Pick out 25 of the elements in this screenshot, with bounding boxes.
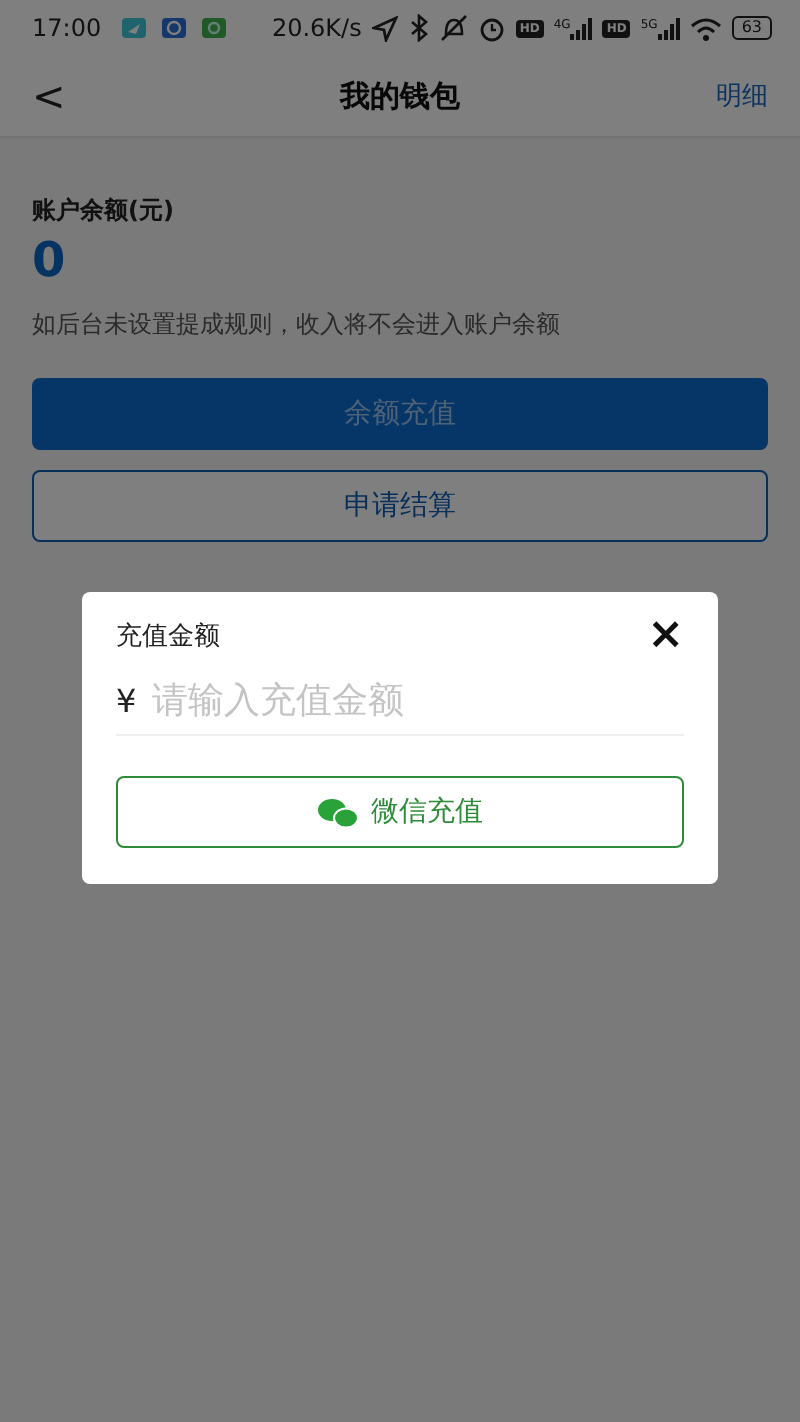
balance-note: 如后台未设置提成规则，收入将不会进入账户余额	[32, 308, 562, 342]
chat-bubbles-icon	[317, 797, 359, 827]
alarm-icon	[477, 14, 506, 42]
wifi-icon	[689, 15, 722, 41]
settlement-button[interactable]: 申请结算	[32, 470, 768, 542]
clock-time: 17:00	[32, 14, 102, 42]
location-app-icon	[161, 18, 186, 38]
muted-bell-icon	[439, 14, 468, 42]
close-button[interactable]: ×	[647, 616, 684, 656]
details-link[interactable]: 明细	[688, 78, 768, 114]
wechat-pay-button[interactable]: 微信充值	[116, 776, 684, 848]
bluetooth-icon	[407, 14, 430, 42]
network-speed: 20.6K/s	[271, 14, 362, 42]
page-title: 我的钱包	[340, 77, 460, 115]
app-notification-icon	[121, 18, 146, 38]
back-button[interactable]: <	[32, 72, 112, 120]
currency-symbol: ¥	[116, 682, 137, 720]
balance-label: 账户余额(元)	[32, 194, 176, 228]
location-arrow-icon	[371, 15, 398, 41]
balance-amount: 0	[32, 232, 66, 288]
dialog-title: 充值金额	[116, 620, 220, 654]
battery-indicator: 63	[731, 16, 772, 40]
message-app-icon	[201, 18, 226, 38]
signal-icon	[657, 17, 680, 39]
signal-icon	[570, 17, 593, 39]
